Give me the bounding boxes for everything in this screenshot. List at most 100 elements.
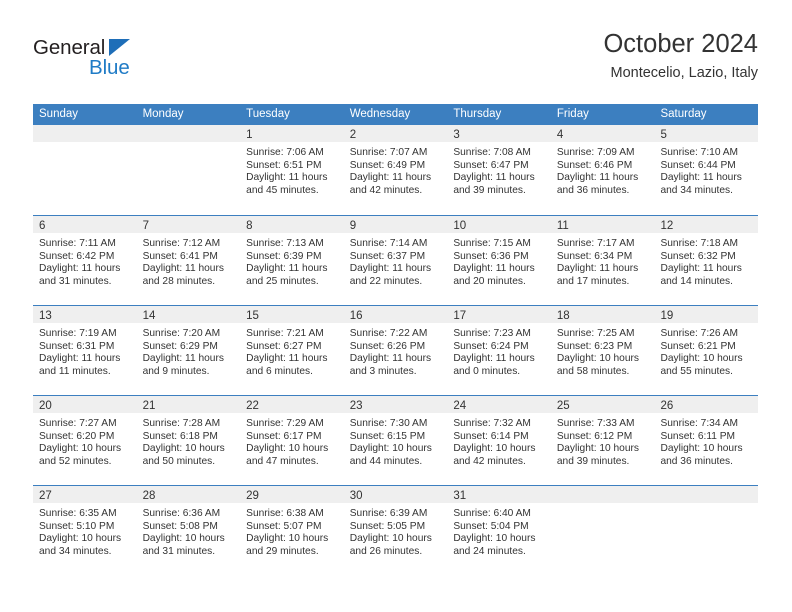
day-sun-info: Sunrise: 7:20 AM Sunset: 6:29 PM Daylight:… <box>137 323 241 378</box>
day-cell-6[interactable]: 6 Sunrise: 7:11 AM Sunset: 6:42 PM Daylight… <box>33 216 137 305</box>
day-cell-17[interactable]: 17 Sunrise: 7:23 AM Sunset: 6:24 PM Dayligh… <box>447 306 551 395</box>
day-info-line: Daylight: 10 hours <box>349 443 432 455</box>
day-number-band: 22 <box>240 396 344 413</box>
day-info-line: Sunset: 6:41 PM <box>142 250 218 262</box>
day-info-line: Sunrise: 7:20 AM <box>142 328 221 339</box>
day-cell-4[interactable]: 4 Sunrise: 7:09 AM Sunset: 6:46 PM Daylight… <box>550 125 655 215</box>
day-sun-info: Sunrise: 7:17 AM Sunset: 6:34 PM Daylight:… <box>551 233 655 288</box>
day-info-line: and 34 minutes. <box>660 184 733 196</box>
day-sun-info: Sunrise: 7:15 AM Sunset: 6:36 PM Daylight:… <box>447 233 551 288</box>
day-cell-empty <box>550 486 655 575</box>
day-number-band: 20 <box>33 396 137 413</box>
day-info-line: Daylight: 11 hours <box>246 172 328 184</box>
day-info-line: Daylight: 11 hours <box>349 263 432 275</box>
day-number: 20 <box>39 400 52 412</box>
day-info-line: and 11 minutes. <box>39 365 111 377</box>
day-sun-info: Sunrise: 7:09 AM Sunset: 6:46 PM Daylight:… <box>551 142 655 197</box>
day-cell-28[interactable]: 28 Sunrise: 6:36 AM Sunset: 5:08 PM Dayligh… <box>136 486 241 575</box>
day-number: 8 <box>246 220 253 232</box>
day-cell-empty <box>33 125 137 215</box>
day-cell-24[interactable]: 24 Sunrise: 7:32 AM Sunset: 6:14 PM Dayligh… <box>447 396 551 485</box>
day-info-line: Sunset: 6:51 PM <box>246 159 322 171</box>
day-info-line: Sunrise: 7:19 AM <box>39 328 117 339</box>
day-info-line: Sunset: 6:14 PM <box>453 430 529 442</box>
day-info-line: Sunset: 6:39 PM <box>246 250 322 262</box>
day-number-band: 19 <box>654 306 759 323</box>
day-number: 18 <box>556 310 570 322</box>
day-info-line: and 3 minutes. <box>349 365 417 377</box>
day-cell-5[interactable]: 5 Sunrise: 7:10 AM Sunset: 6:44 PM Daylight… <box>654 125 759 215</box>
day-info-line: and 20 minutes. <box>453 275 526 287</box>
day-cell-22[interactable]: 22 Sunrise: 7:29 AM Sunset: 6:17 PM Dayligh… <box>240 396 344 485</box>
day-cell-12[interactable]: 12 Sunrise: 7:18 AM Sunset: 6:32 PM Dayligh… <box>654 216 759 305</box>
day-info-line: and 6 minutes. <box>246 365 313 377</box>
day-number: 19 <box>660 310 674 322</box>
day-info-line: Daylight: 10 hours <box>246 533 329 545</box>
day-sun-info <box>33 142 137 147</box>
day-cell-16[interactable]: 16 Sunrise: 7:22 AM Sunset: 6:26 PM Dayligh… <box>343 306 448 395</box>
day-cell-8[interactable]: 8 Sunrise: 7:13 AM Sunset: 6:39 PM Daylight… <box>240 216 344 305</box>
day-info-line: Sunrise: 6:40 AM <box>453 508 531 519</box>
day-number: 15 <box>246 310 259 322</box>
day-number: 2 <box>349 129 357 141</box>
calendar-week-row: 27 Sunrise: 6:35 AM Sunset: 5:10 PM Dayligh… <box>33 485 759 575</box>
day-info-line: Sunrise: 7:21 AM <box>246 328 324 339</box>
day-number: 5 <box>660 129 667 141</box>
day-info-line: and 28 minutes. <box>142 275 216 287</box>
day-cell-9[interactable]: 9 Sunrise: 7:14 AM Sunset: 6:37 PM Daylight… <box>343 216 448 305</box>
day-sun-info: Sunrise: 7:10 AM Sunset: 6:44 PM Daylight:… <box>654 142 758 197</box>
day-cell-30[interactable]: 30 Sunrise: 6:39 AM Sunset: 5:05 PM Dayligh… <box>343 486 448 575</box>
day-info-line: Daylight: 11 hours <box>246 263 328 275</box>
day-info-line: Daylight: 11 hours <box>453 172 535 184</box>
day-info-line: and 26 minutes. <box>349 545 423 557</box>
day-info-line: Sunset: 6:27 PM <box>246 340 322 352</box>
day-cell-27[interactable]: 27 Sunrise: 6:35 AM Sunset: 5:10 PM Dayligh… <box>33 486 137 575</box>
day-info-line: Daylight: 11 hours <box>453 353 535 365</box>
day-cell-2[interactable]: 2 Sunrise: 7:07 AM Sunset: 6:49 PM Daylight… <box>343 125 448 215</box>
day-number: 26 <box>660 400 674 412</box>
day-cell-23[interactable]: 23 Sunrise: 7:30 AM Sunset: 6:15 PM Dayligh… <box>343 396 448 485</box>
day-info-line: Sunset: 5:04 PM <box>453 520 529 532</box>
day-cell-25[interactable]: 25 Sunrise: 7:33 AM Sunset: 6:12 PM Dayligh… <box>550 396 655 485</box>
day-cell-29[interactable]: 29 Sunrise: 6:38 AM Sunset: 5:07 PM Dayligh… <box>240 486 344 575</box>
day-cell-26[interactable]: 26 Sunrise: 7:34 AM Sunset: 6:11 PM Dayligh… <box>654 396 759 485</box>
day-info-line: and 36 minutes. <box>660 455 733 467</box>
day-sun-info <box>137 142 241 147</box>
day-info-line: and 58 minutes. <box>556 365 630 377</box>
day-sun-info: Sunrise: 7:23 AM Sunset: 6:24 PM Daylight:… <box>447 323 551 378</box>
day-info-line: Daylight: 10 hours <box>453 533 536 545</box>
day-sun-info: Sunrise: 7:14 AM Sunset: 6:37 PM Daylight:… <box>344 233 448 288</box>
day-info-line: and 14 minutes. <box>660 275 733 287</box>
weekday-header-row: Sunday Monday Tuesday Wednesday Thursday Frid… <box>33 104 758 125</box>
day-info-line: Sunset: 6:46 PM <box>556 159 633 171</box>
day-cell-21[interactable]: 21 Sunrise: 7:28 AM Sunset: 6:18 PM Dayligh… <box>136 396 241 485</box>
day-info-line: Sunrise: 7:27 AM <box>39 418 117 429</box>
day-sun-info: Sunrise: 7:08 AM Sunset: 6:47 PM Daylight:… <box>447 142 551 197</box>
day-cell-10[interactable]: 10 Sunrise: 7:15 AM Sunset: 6:36 PM Dayligh… <box>447 216 551 305</box>
day-cell-7[interactable]: 7 Sunrise: 7:12 AM Sunset: 6:41 PM Daylight… <box>136 216 241 305</box>
day-sun-info: Sunrise: 7:18 AM Sunset: 6:32 PM Daylight:… <box>654 233 758 288</box>
day-sun-info: Sunrise: 7:06 AM Sunset: 6:51 PM Daylight:… <box>240 142 344 197</box>
day-cell-11[interactable]: 11 Sunrise: 7:17 AM Sunset: 6:34 PM Dayligh… <box>550 216 655 305</box>
day-cell-15[interactable]: 15 Sunrise: 7:21 AM Sunset: 6:27 PM Dayligh… <box>240 306 344 395</box>
day-number-band: 31 <box>447 486 551 503</box>
day-cell-14[interactable]: 14 Sunrise: 7:20 AM Sunset: 6:29 PM Dayligh… <box>136 306 241 395</box>
day-info-line: Sunset: 6:23 PM <box>556 340 633 352</box>
day-cell-3[interactable]: 3 Sunrise: 7:08 AM Sunset: 6:47 PM Daylight… <box>447 125 551 215</box>
day-info-line: and 17 minutes. <box>556 275 630 287</box>
day-info-line: Sunrise: 6:39 AM <box>349 508 428 519</box>
day-cell-1[interactable]: 1 Sunrise: 7:06 AM Sunset: 6:51 PM Daylight… <box>240 125 344 215</box>
day-number-band: 27 <box>33 486 137 503</box>
day-number: 14 <box>142 310 156 322</box>
logo-triangle-icon <box>109 39 130 56</box>
day-cell-31[interactable]: 31 Sunrise: 6:40 AM Sunset: 5:04 PM Dayligh… <box>447 486 551 575</box>
day-cell-20[interactable]: 20 Sunrise: 7:27 AM Sunset: 6:20 PM Dayligh… <box>33 396 137 485</box>
day-info-line: and 9 minutes. <box>142 365 210 377</box>
day-cell-19[interactable]: 19 Sunrise: 7:26 AM Sunset: 6:21 PM Dayligh… <box>654 306 759 395</box>
day-cell-13[interactable]: 13 Sunrise: 7:19 AM Sunset: 6:31 PM Dayligh… <box>33 306 137 395</box>
day-info-line: Sunrise: 7:34 AM <box>660 418 739 429</box>
day-info-line: and 47 minutes. <box>246 455 319 467</box>
day-info-line: Daylight: 10 hours <box>246 443 329 455</box>
day-cell-18[interactable]: 18 Sunrise: 7:25 AM Sunset: 6:23 PM Dayligh… <box>550 306 655 395</box>
calendar-weeks: 1 Sunrise: 7:06 AM Sunset: 6:51 PM Daylight… <box>33 125 759 575</box>
